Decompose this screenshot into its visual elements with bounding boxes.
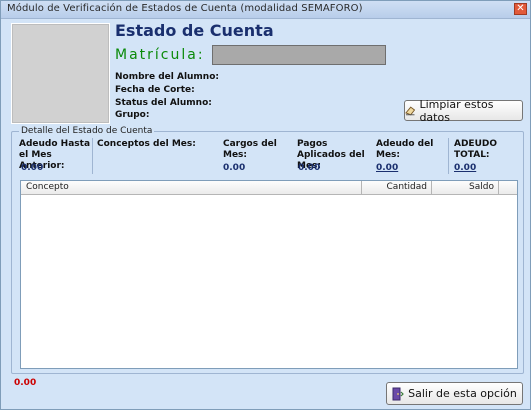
close-icon: ✕ — [516, 3, 525, 14]
exit-door-icon — [392, 387, 405, 400]
concepts-table[interactable]: Concepto Cantidad Saldo — [20, 180, 518, 369]
month-debt-value[interactable]: 0.00 — [376, 163, 398, 173]
matricula-input[interactable] — [212, 45, 386, 65]
previous-debt-value: 0.00 — [21, 163, 44, 173]
window-title: Módulo de Verificación de Estados de Cue… — [7, 3, 363, 14]
footer-total: 0.00 — [14, 378, 37, 388]
student-name-label: Nombre del Alumno: — [115, 72, 220, 82]
detail-legend: Detalle del Estado de Cuenta — [19, 126, 155, 136]
column-header-cantidad[interactable]: Cantidad — [362, 181, 432, 194]
page-title: Estado de Cuenta — [115, 21, 274, 40]
student-status-label: Status del Alumno: — [115, 98, 212, 108]
student-photo — [11, 23, 110, 124]
table-header: Concepto Cantidad Saldo — [21, 181, 517, 195]
month-debt-label: Adeudo del Mes: — [376, 139, 434, 160]
column-header-concepto[interactable]: Concepto — [21, 181, 362, 194]
month-charges-label: Cargos del Mes: — [223, 139, 277, 160]
column-divider — [92, 138, 93, 174]
month-charges-value: 0.00 — [223, 163, 246, 173]
exit-button[interactable]: Salir de esta opción — [386, 382, 523, 405]
matricula-label: Matrícula: — [115, 47, 205, 63]
month-concepts-label: Conceptos del Mes: — [97, 139, 196, 149]
cutoff-date-label: Fecha de Corte: — [115, 85, 195, 95]
close-button[interactable]: ✕ — [514, 3, 527, 15]
month-payments-value: 0.00 — [298, 163, 321, 173]
title-bar: Módulo de Verificación de Estados de Cue… — [1, 1, 530, 19]
clear-data-label: Limpiar estos datos — [419, 97, 494, 124]
main-window: Módulo de Verificación de Estados de Cue… — [0, 0, 531, 410]
group-label: Grupo: — [115, 110, 150, 120]
exit-label: Salir de esta opción — [408, 387, 517, 400]
column-divider — [448, 138, 449, 174]
total-debt-value[interactable]: 0.00 — [454, 163, 476, 173]
total-debt-label: ADEUDO TOTAL: — [454, 139, 498, 160]
column-header-saldo[interactable]: Saldo — [432, 181, 499, 194]
eraser-icon — [405, 106, 416, 116]
clear-data-button[interactable]: Limpiar estos datos — [404, 97, 523, 124]
